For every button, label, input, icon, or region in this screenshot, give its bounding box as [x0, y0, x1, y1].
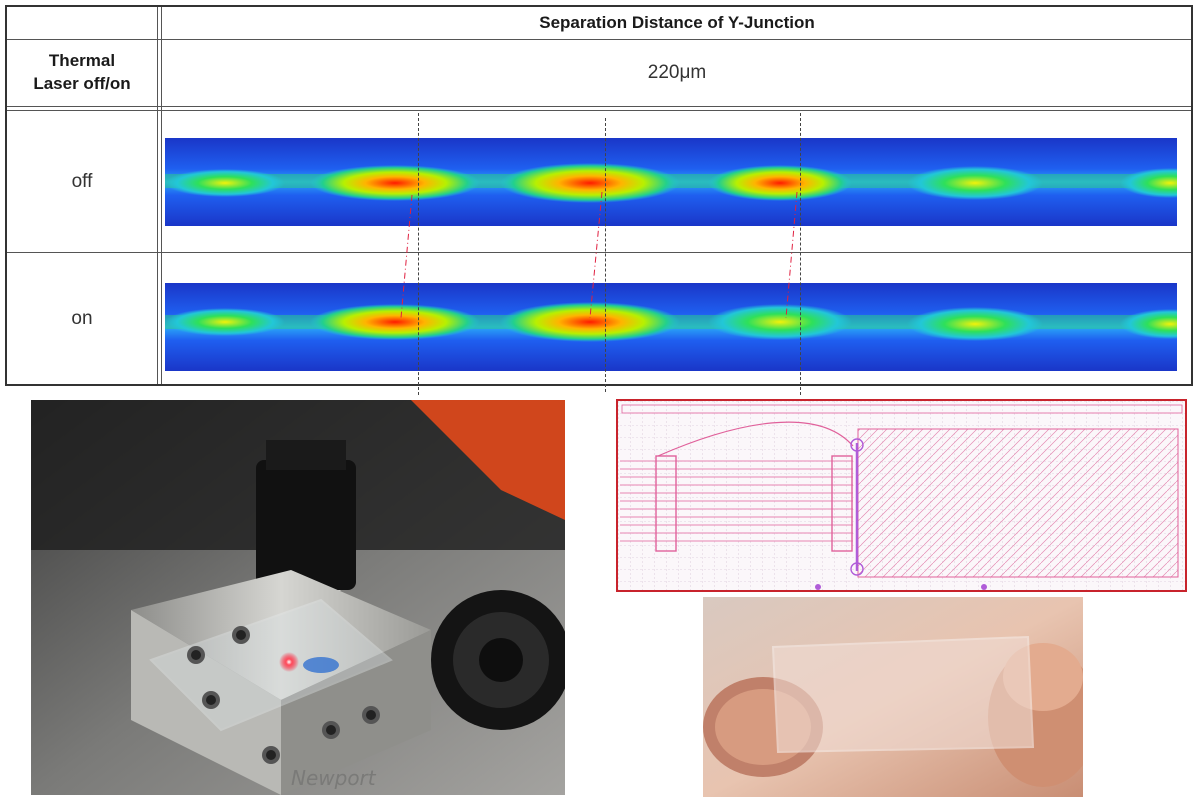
- stage-brand-label: Newport: [291, 766, 377, 790]
- shift-lines: [400, 191, 798, 319]
- laser-setup-photo: Newport: [31, 400, 565, 795]
- glass-chip-photo: [703, 597, 1083, 797]
- mask-layout-drawing: [616, 399, 1187, 592]
